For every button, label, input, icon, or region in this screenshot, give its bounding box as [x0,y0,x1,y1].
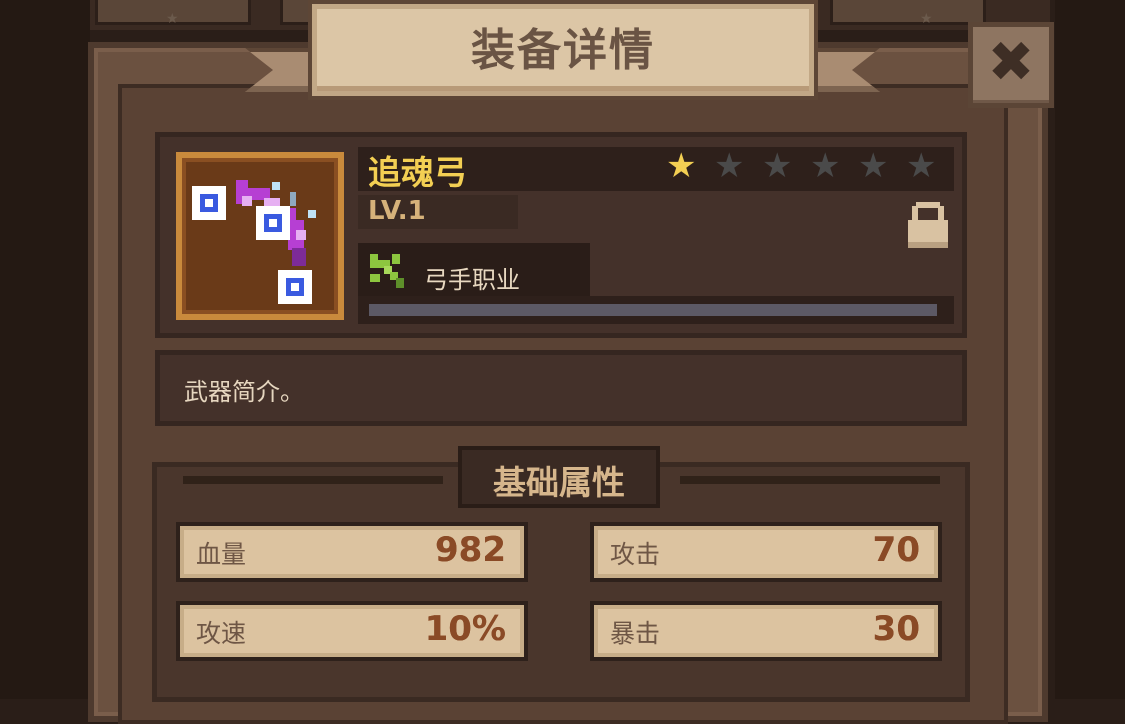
purple-bow-icon [192,180,316,304]
dialog-title: 装备详情 [471,25,655,76]
star-icon: ★ [920,11,933,27]
class-label: 弓手职业 [424,266,520,294]
equipment-icon-frame[interactable] [176,152,344,320]
close-x-icon: ✖ [987,30,1035,95]
bow-class-icon [370,254,404,288]
stat-attack: 攻击 70 [590,522,942,582]
description-text: 武器简介。 [184,378,304,406]
star-empty-icon: ★ [762,146,793,186]
stat-label: 血量 [196,540,247,569]
stat-value: 10% [424,609,506,649]
equipment-name: 追魂弓 [368,153,467,192]
star-icon: ★ [166,11,179,27]
star-empty-icon: ★ [858,146,889,186]
equipment-level: LV.1 [368,196,426,226]
stat-crit: 暴击 30 [590,601,942,661]
stat-hp: 血量 982 [176,522,528,582]
star-empty-icon: ★ [810,146,841,186]
star-empty-icon: ★ [714,146,745,186]
header-divider-right [680,476,940,484]
stat-value: 982 [435,530,506,570]
stat-label: 攻速 [196,619,247,648]
lock-icon[interactable] [906,200,950,250]
progress-fill [369,304,937,316]
stat-label: 攻击 [610,540,661,569]
background-right [1055,0,1125,699]
close-button[interactable]: ✖ [968,22,1054,108]
stat-attack-speed: 攻速 10% [176,601,528,661]
stat-label: 暴击 [610,619,661,648]
inventory-slot [830,0,986,25]
stat-value: 30 [872,609,920,649]
stat-value: 70 [872,530,920,570]
star-filled-icon: ★ [666,146,697,186]
attributes-header: 基础属性 [493,463,625,502]
star-empty-icon: ★ [906,146,937,186]
background-left [0,0,90,699]
header-divider-left [183,476,443,484]
